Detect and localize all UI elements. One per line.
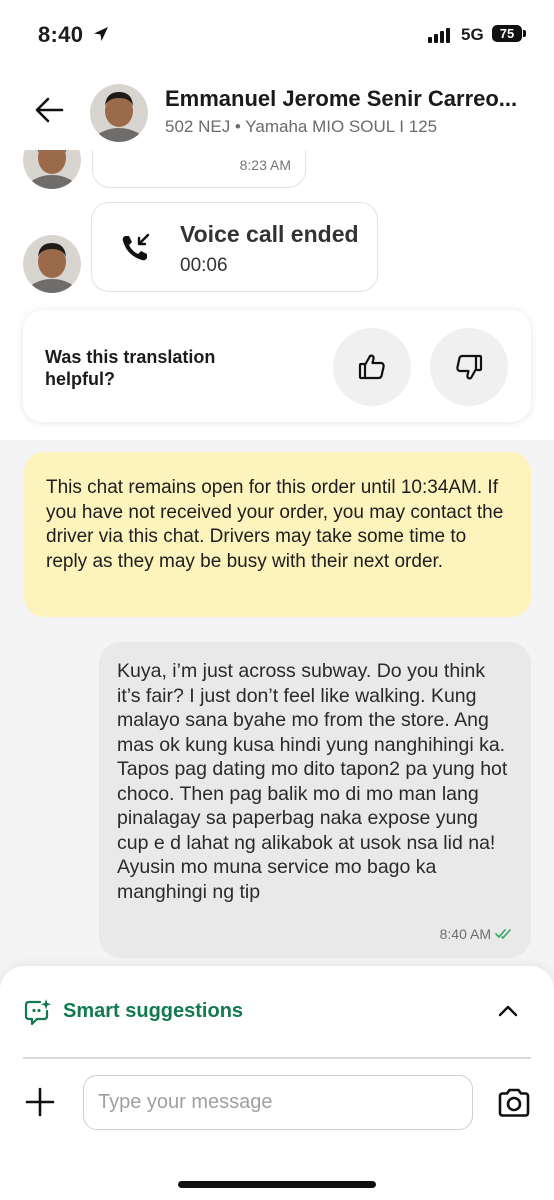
call-duration: 00:06 <box>180 255 228 276</box>
signal-strength-icon <box>428 27 450 43</box>
status-bar: 8:40 5G 75 <box>0 0 554 70</box>
driver-avatar-small <box>23 150 81 189</box>
smart-suggestions-toggle[interactable]: Smart suggestions <box>0 986 554 1041</box>
chat-area[interactable]: 8:23 AM Voice call ended 00:06 Was this … <box>0 150 554 980</box>
battery-cap <box>523 30 526 37</box>
message-timestamp: 8:40 AM <box>439 925 491 942</box>
thumbs-down-button[interactable] <box>430 328 508 406</box>
home-indicator <box>178 1181 376 1188</box>
network-type: 5G <box>461 25 484 44</box>
feedback-question: Was this translation helpful? <box>45 347 216 389</box>
translation-feedback-card: Was this translation helpful? <box>23 310 531 422</box>
thumbs-up-button[interactable] <box>333 328 411 406</box>
driver-name: Emmanuel Jerome Senir Carreo... <box>165 86 518 111</box>
composer-divider <box>23 1057 531 1059</box>
back-arrow-icon <box>35 97 64 123</box>
message-input[interactable] <box>83 1075 473 1130</box>
thumbs-down-icon <box>456 354 483 380</box>
message-timestamp: 8:23 AM <box>239 157 291 173</box>
message-composer: Smart suggestions <box>0 966 554 1200</box>
double-check-icon <box>495 928 511 939</box>
call-status-title: Voice call ended <box>180 221 359 247</box>
camera-icon <box>498 1088 530 1117</box>
message-text: Kuya, i’m just across subway. Do you thi… <box>117 660 508 903</box>
chat-header: Emmanuel Jerome Senir Carreo... 502 NEJ … <box>0 70 554 150</box>
status-time: 8:40 <box>38 22 84 47</box>
call-ended-icon <box>122 233 150 261</box>
chevron-up-icon[interactable] <box>497 1000 519 1022</box>
chat-open-notice: This chat remains open for this order un… <box>24 452 531 617</box>
back-button[interactable] <box>30 90 70 130</box>
voice-call-bubble[interactable]: Voice call ended 00:06 <box>91 202 378 292</box>
location-arrow-icon <box>94 27 108 41</box>
plus-icon <box>25 1087 55 1117</box>
message-bubble-user[interactable]: Kuya, i’m just across subway. Do you thi… <box>99 642 531 958</box>
smart-suggestions-label: Smart suggestions <box>63 1000 244 1022</box>
thumbs-up-icon <box>358 354 385 380</box>
message-bubble-driver[interactable]: 8:23 AM <box>92 150 306 188</box>
vehicle-info: 502 NEJ • Yamaha MIO SOUL I 125 <box>165 117 438 136</box>
smart-suggestion-icon <box>24 999 51 1026</box>
driver-avatar-small <box>23 235 81 293</box>
driver-avatar[interactable] <box>90 84 148 142</box>
add-attachment-button[interactable] <box>24 1086 56 1118</box>
battery-icon: 75 <box>492 25 522 42</box>
message-meta: 8:40 AM <box>440 922 513 947</box>
camera-button[interactable] <box>496 1086 532 1120</box>
